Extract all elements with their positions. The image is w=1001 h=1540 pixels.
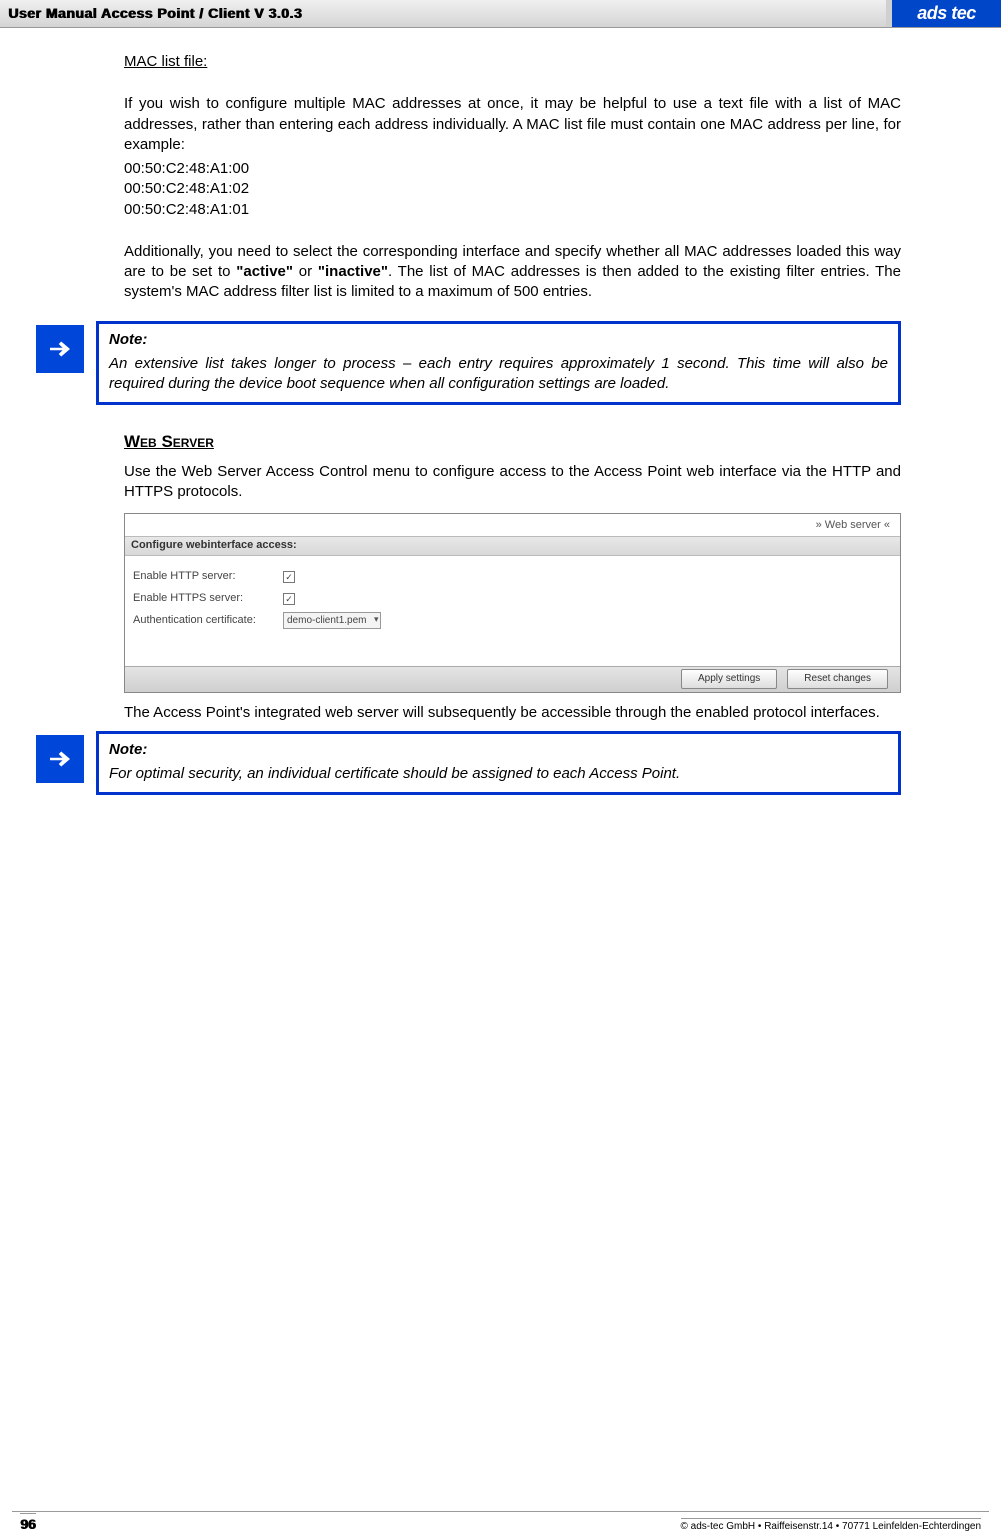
note-box-2: Note: For optimal security, an individua… [96,731,901,796]
note-box-1: Note: An extensive list takes longer to … [96,321,901,406]
note2-label: Note: [109,740,888,760]
ss-cert-label: Authentication certificate: [133,613,283,628]
apply-settings-button[interactable]: Apply settings [681,669,777,689]
brand-logo: ads tec [886,0,1001,27]
ss-breadcrumb: » Web server « [816,518,890,533]
arrow-icon [36,325,84,373]
mac-example-1: 00:50:C2:48:A1:00 [124,159,901,179]
mac-para2: Additionally, you need to select the cor… [124,242,901,303]
copyright: © ads-tec GmbH • Raiffeisenstr.14 • 7077… [681,1518,981,1532]
page-number: 96 [20,1513,36,1532]
web-server-screenshot: » Web server « Configure webinterface ac… [124,513,901,693]
mac-mid: or [293,263,318,280]
mac-inactive: "inactive" [318,263,388,280]
note1-text: An extensive list takes longer to proces… [109,354,888,395]
note2-text: For optimal security, an individual cert… [109,764,888,784]
mac-example-3: 00:50:C2:48:A1:01 [124,200,901,220]
ss-section-title: Configure webinterface access: [125,536,900,556]
manual-title: User Manual Access Point / Client V 3.0.… [0,0,886,27]
ss-http-label: Enable HTTP server: [133,569,283,584]
mac-intro: If you wish to configure multiple MAC ad… [124,94,901,155]
page-header: User Manual Access Point / Client V 3.0.… [0,0,1001,28]
page-footer: 96 © ads-tec GmbH • Raiffeisenstr.14 • 7… [0,1513,1001,1532]
mac-example-2: 00:50:C2:48:A1:02 [124,179,901,199]
footer-rule [12,1511,989,1512]
mac-active: "active" [236,263,293,280]
arrow-icon [36,735,84,783]
ss-https-checkbox[interactable]: ✓ [283,593,295,605]
mac-list-heading: MAC list file: [124,52,901,72]
note1-label: Note: [109,330,888,350]
reset-changes-button[interactable]: Reset changes [787,669,888,689]
web-para2: The Access Point's integrated web server… [124,703,901,723]
web-para1: Use the Web Server Access Control menu t… [124,462,901,503]
ss-cert-select[interactable]: demo-client1.pem [283,612,381,630]
ss-https-label: Enable HTTPS server: [133,591,283,606]
web-server-heading: Web Server [124,431,901,454]
ss-http-checkbox[interactable]: ✓ [283,571,295,583]
